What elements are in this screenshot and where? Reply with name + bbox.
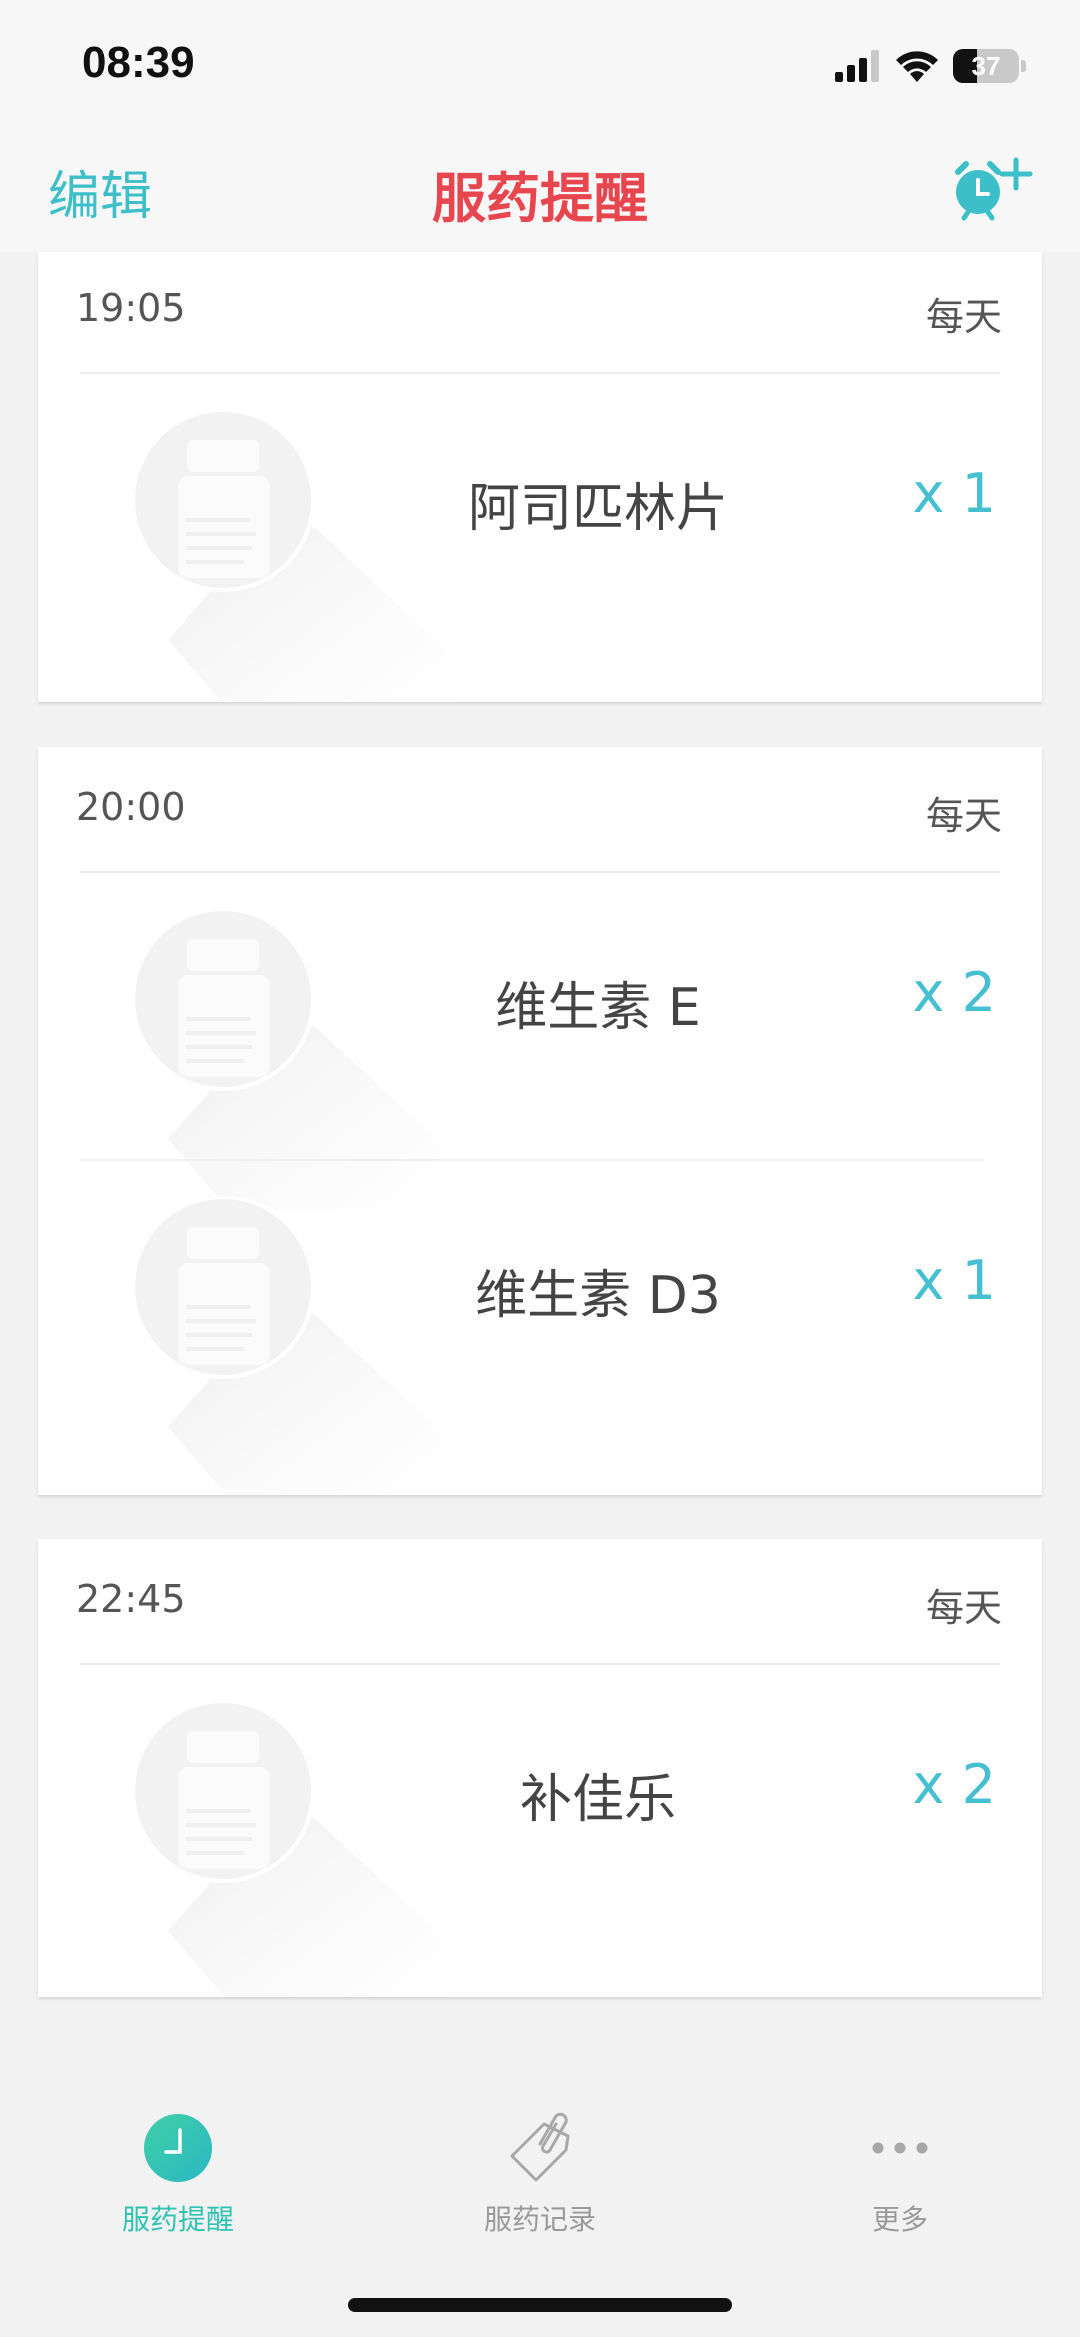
reminder-repeat: 每天 <box>925 794 1002 838</box>
reminder-header: 19:05 每天 <box>38 252 1042 374</box>
paperclip-tag-icon <box>510 2112 570 2182</box>
nav-bar: 编辑 服药提醒 <box>0 140 1080 252</box>
clock-icon <box>144 2114 212 2182</box>
med-item[interactable]: 补佳乐 x 2 <box>38 1665 1042 1997</box>
reminder-header: 20:00 每天 <box>38 747 1042 873</box>
med-item[interactable]: 维生素 E x 2 <box>38 873 1042 1209</box>
reminder-repeat: 每天 <box>925 1586 1002 1630</box>
edit-button[interactable]: 编辑 <box>48 154 152 229</box>
reminder-time: 22:45 <box>76 1577 186 1621</box>
status-time: 08:39 <box>82 38 195 87</box>
tab-label: 服药提醒 <box>121 2203 234 2236</box>
status-icons: 37 <box>835 46 1026 86</box>
tab-more[interactable]: 更多 <box>770 2108 1030 2238</box>
battery-level: 37 <box>971 50 1001 81</box>
tab-label: 更多 <box>871 2203 928 2236</box>
battery-icon: 37 <box>953 49 1019 83</box>
pill-bottle-icon <box>131 1701 468 1997</box>
med-item[interactable]: 维生素 D3 x 1 <box>38 1161 1042 1495</box>
med-name: 阿司匹林片 <box>467 479 728 539</box>
wifi-icon <box>896 51 938 82</box>
tab-reminders[interactable]: 服药提醒 <box>48 2108 308 2238</box>
more-dots-icon <box>872 2142 928 2154</box>
med-name: 维生素 E <box>495 978 701 1038</box>
reminder-card[interactable]: 20:00 每天 维生素 E x 2 维生素 D3 x 1 <box>38 747 1042 1495</box>
home-indicator <box>348 2298 732 2312</box>
reminder-repeat: 每天 <box>925 295 1002 339</box>
med-quantity: x 2 <box>912 961 996 1024</box>
med-name: 维生素 D3 <box>475 1266 721 1326</box>
cellular-signal-icon <box>835 50 879 82</box>
med-quantity: x 2 <box>912 1753 996 1816</box>
med-quantity: x 1 <box>912 1249 996 1312</box>
reminder-header: 22:45 每天 <box>38 1539 1042 1665</box>
reminder-card[interactable]: 22:45 每天 补佳乐 x 2 <box>38 1539 1042 1997</box>
tab-records[interactable]: 服药记录 <box>410 2108 670 2238</box>
page-title: 服药提醒 <box>432 167 648 230</box>
reminder-card[interactable]: 19:05 每天 阿司匹林片 x 1 <box>38 252 1042 702</box>
med-quantity: x 1 <box>912 462 996 525</box>
pill-bottle-icon <box>131 410 468 702</box>
reminder-time: 19:05 <box>76 286 186 330</box>
med-name: 补佳乐 <box>519 1770 676 1830</box>
alarm-plus-icon <box>955 157 1033 221</box>
tab-label: 服药记录 <box>483 2203 596 2236</box>
med-item[interactable]: 阿司匹林片 x 1 <box>38 374 1042 702</box>
reminder-time: 20:00 <box>76 785 186 829</box>
add-alarm-button[interactable] <box>950 156 1034 226</box>
status-bar: 08:39 37 <box>0 0 1080 140</box>
pill-bottle-icon <box>131 1197 468 1495</box>
